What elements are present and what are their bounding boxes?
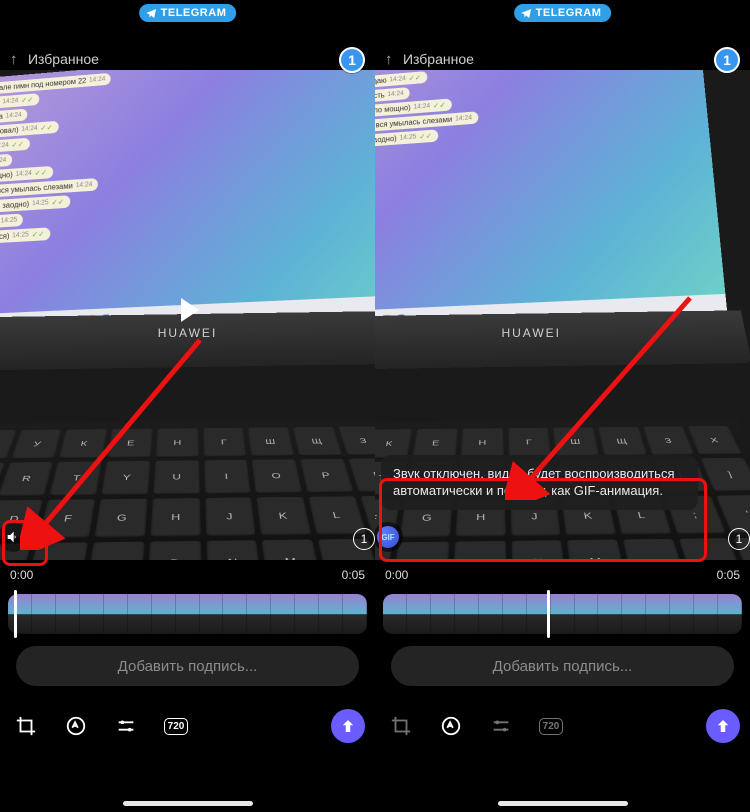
tooltip-text: Звук отключен, видео будет воспроизводит… [393, 466, 675, 499]
playhead[interactable] [547, 590, 550, 638]
editor-toolbar: 720 [375, 700, 750, 752]
resolution-badge[interactable]: 720 [535, 710, 567, 742]
send-button[interactable] [706, 709, 740, 743]
video-preview[interactable]: на портале гимн под номером 22 14:24 осо… [0, 70, 375, 560]
gif-icon: GIF [377, 526, 399, 548]
caption-input[interactable]: Добавить подпись... [391, 646, 734, 686]
adjust-tool[interactable] [110, 710, 142, 742]
favorites-label: Избранное [403, 51, 474, 67]
caption-placeholder: Добавить подпись... [118, 658, 258, 675]
time-end: 0:05 [342, 568, 365, 582]
timeline-thumbnails[interactable] [383, 594, 742, 634]
header: ↑ Избранное 1 [0, 44, 375, 76]
up-arrow-icon: ↑ [10, 51, 18, 68]
resolution-badge[interactable]: 720 [160, 710, 192, 742]
app-badge-label: TELEGRAM [536, 7, 602, 19]
home-indicator[interactable] [498, 801, 628, 806]
editor-toolbar: 720 [0, 700, 375, 752]
send-button[interactable] [331, 709, 365, 743]
chat-bubbles: на портале гимн под номером 22 14:24 осо… [0, 70, 164, 251]
crop-tool[interactable] [10, 710, 42, 742]
arrow-up-icon [339, 717, 357, 735]
step-indicator: 1 [339, 47, 365, 73]
draw-tool[interactable] [435, 710, 467, 742]
laptop-brand: HUAWEI [501, 326, 561, 340]
pane-left: TELEGRAM ↑ Избранное 1 на портале гимн п… [0, 0, 375, 812]
adjust-tool[interactable] [485, 710, 517, 742]
time-start: 0:00 [385, 568, 408, 582]
crop-tool[interactable] [385, 710, 417, 742]
gif-tooltip: Звук отключен, видео будет воспроизводит… [381, 455, 698, 510]
caption-placeholder: Добавить подпись... [493, 658, 633, 675]
playhead[interactable] [14, 590, 17, 638]
time-start: 0:00 [10, 568, 33, 582]
app-badge: TELEGRAM [514, 4, 612, 22]
laptop-screen: здаю 14:24✓✓ есть 14:24 оло мощно) 14:24… [375, 70, 728, 335]
selection-count[interactable]: 1 [353, 528, 375, 550]
arrow-up-icon [714, 717, 732, 735]
step-indicator: 1 [714, 47, 740, 73]
pane-right: TELEGRAM ↑ Избранное 1 здаю 14:24✓✓ есть… [375, 0, 750, 812]
favorites-link[interactable]: ↑ Избранное [10, 51, 99, 69]
laptop-body [375, 310, 750, 371]
header: ↑ Избранное 1 [375, 44, 750, 76]
timeline-thumbnails[interactable] [8, 594, 367, 634]
time-end: 0:05 [717, 568, 740, 582]
telegram-plane-icon [520, 7, 532, 19]
play-icon [181, 298, 199, 322]
favorites-label: Избранное [28, 51, 99, 67]
telegram-plane-icon [145, 7, 157, 19]
draw-tool[interactable] [60, 710, 92, 742]
laptop-keyboard: ЦУКЕНГШЩЗХ ERTYUIOP[] SDFGHJKL;' ZXCVBNM… [0, 419, 375, 560]
selection-count[interactable]: 1 [728, 528, 750, 550]
app-badge-label: TELEGRAM [161, 7, 227, 19]
timeline-times: 0:00 0:05 [0, 564, 375, 586]
chat-bubbles: здаю 14:24✓✓ есть 14:24 оло мощно) 14:24… [375, 70, 565, 153]
home-indicator[interactable] [123, 801, 253, 806]
caption-input[interactable]: Добавить подпись... [16, 646, 359, 686]
up-arrow-icon: ↑ [385, 51, 393, 68]
timeline-times: 0:00 0:05 [375, 564, 750, 586]
speaker-icon [5, 529, 21, 545]
favorites-link[interactable]: ↑ Избранное [385, 51, 474, 69]
play-button[interactable] [165, 287, 211, 333]
video-preview[interactable]: здаю 14:24✓✓ есть 14:24 оло мощно) 14:24… [375, 70, 750, 560]
app-badge: TELEGRAM [139, 4, 237, 22]
